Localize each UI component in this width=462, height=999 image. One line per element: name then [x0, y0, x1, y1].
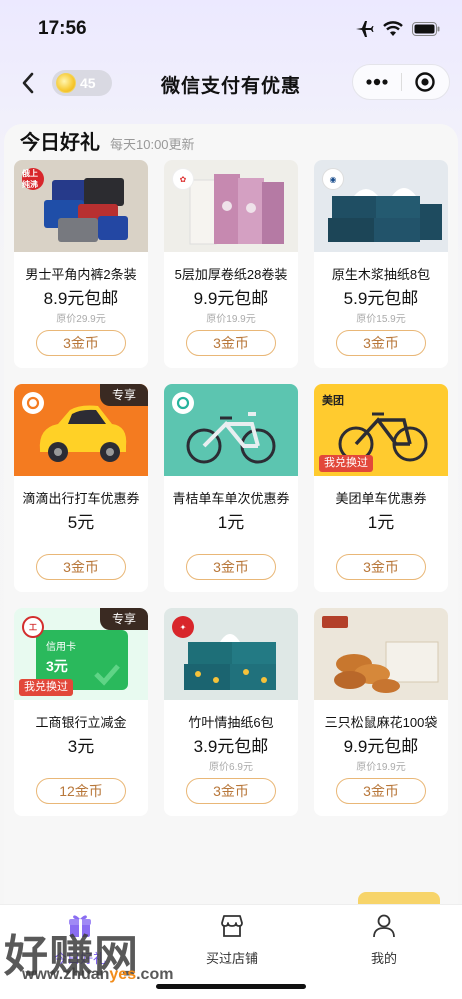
- redeem-button[interactable]: 3金币: [336, 554, 426, 580]
- product-image: ◉: [314, 160, 448, 252]
- redeem-button[interactable]: 3金币: [36, 554, 126, 580]
- target-close-icon: [415, 72, 435, 92]
- product-price: 1元: [367, 513, 395, 532]
- redeem-button[interactable]: 12金币: [36, 778, 126, 804]
- coin-balance[interactable]: 45: [52, 70, 112, 96]
- product-name: 竹叶情抽纸6包: [188, 715, 274, 730]
- back-button[interactable]: [14, 68, 44, 98]
- main-panel: 今日好礼 每天10:00更新 俄上 纯沸 男士平角内裤2条装 8.9元包邮 原价…: [4, 124, 458, 904]
- product-name: 青桔单车单次优惠券: [172, 491, 290, 506]
- product-price: 5.9元包邮: [343, 289, 419, 308]
- checkmark-icon: [94, 664, 120, 686]
- redeemed-badge: 我兑换过: [319, 455, 373, 472]
- product-image: ✿: [164, 160, 298, 252]
- status-bar: 17:56: [0, 0, 462, 54]
- product-name: 三只松鼠麻花100袋: [324, 715, 438, 730]
- product-card[interactable]: 专享 滴滴出行打车优惠券 5元 3金币: [14, 384, 148, 592]
- product-card[interactable]: 美团 我兑换过 美团单车优惠券 1元 3金币: [314, 384, 448, 592]
- product-name: 美团单车优惠券: [335, 491, 427, 506]
- product-name: 5层加厚卷纸28卷装: [174, 267, 288, 282]
- product-price: 9.9元包邮: [193, 289, 269, 308]
- airplane-icon: [356, 21, 374, 37]
- person-icon: [373, 914, 395, 938]
- status-time: 17:56: [38, 18, 87, 39]
- miniapp-capsule: [352, 64, 450, 100]
- card-type-label: 信用卡: [46, 642, 76, 653]
- product-image: 信用卡 3元 工 专享 我兑换过: [14, 608, 148, 700]
- product-card[interactable]: 青桔单车单次优惠券 1元 3金币: [164, 384, 298, 592]
- brand-logo: 俄上 纯沸: [22, 168, 44, 190]
- redeem-button[interactable]: 3金币: [186, 554, 276, 580]
- redeem-button[interactable]: 3金币: [186, 330, 276, 356]
- product-card[interactable]: 三只松鼠麻花100袋 9.9元包邮 原价19.9元 3金币: [314, 608, 448, 816]
- product-image: ✦: [164, 608, 298, 700]
- tab-label: 买过店铺: [205, 951, 258, 966]
- product-card[interactable]: ✦ 竹叶情抽纸6包 3.9元包邮 原价6.9元 3金币: [164, 608, 298, 816]
- product-card[interactable]: ◉ 原生木浆抽纸8包 5.9元包邮 原价15.9元 3金币: [314, 160, 448, 368]
- brand-logo: 美团: [322, 395, 344, 407]
- product-price: 1元: [217, 513, 245, 532]
- gift-icon: [69, 915, 91, 937]
- snack-image: [322, 616, 439, 693]
- redeemed-badge: 我兑换过: [19, 679, 73, 696]
- store-icon: [221, 915, 243, 937]
- product-image: 专享: [14, 384, 148, 476]
- home-indicator: [156, 984, 306, 989]
- original-price: 原价29.9元: [56, 314, 106, 325]
- exclusive-badge: 专享: [100, 608, 148, 630]
- tab-today-gifts[interactable]: 今日好礼: [20, 911, 140, 967]
- coin-icon: [56, 73, 76, 93]
- product-price: 3.9元包邮: [193, 737, 269, 756]
- coin-count: 45: [80, 75, 96, 91]
- section-header: 今日好礼 每天10:00更新: [20, 126, 195, 155]
- product-image: [164, 384, 298, 476]
- redeem-button[interactable]: 3金币: [336, 330, 426, 356]
- brand-logo-icon: ✦: [172, 616, 194, 638]
- product-price: 8.9元包邮: [43, 289, 119, 308]
- redeem-button[interactable]: 3金币: [336, 778, 426, 804]
- product-price: 5元: [67, 513, 95, 532]
- qingju-logo-icon: [172, 392, 194, 414]
- exclusive-badge: 专享: [100, 384, 148, 406]
- original-price: 原价19.9元: [356, 762, 406, 773]
- section-subtitle: 每天10:00更新: [110, 137, 195, 152]
- nav-bar: 45 微信支付有优惠: [0, 60, 462, 106]
- product-name: 男士平角内裤2条装: [25, 267, 137, 282]
- didi-logo-icon: [22, 392, 44, 414]
- redeem-button[interactable]: 3金币: [186, 778, 276, 804]
- more-button[interactable]: [353, 65, 401, 99]
- brand-logo-icon: ✿: [172, 168, 194, 190]
- tab-mine[interactable]: 我的: [324, 911, 444, 967]
- battery-icon: [412, 22, 440, 36]
- original-price: 原价15.9元: [356, 314, 406, 325]
- product-price: 9.9元包邮: [343, 737, 419, 756]
- product-card[interactable]: 俄上 纯沸 男士平角内裤2条装 8.9元包邮 原价29.9元 3金币: [14, 160, 148, 368]
- section-title: 今日好礼: [20, 132, 100, 154]
- product-image: 俄上 纯沸: [14, 160, 148, 252]
- tab-label: 今日好礼: [53, 951, 106, 966]
- product-image: 美团 我兑换过: [314, 384, 448, 476]
- product-name: 原生木浆抽纸8包: [331, 267, 431, 282]
- more-dots-icon: [366, 78, 388, 86]
- chevron-left-icon: [22, 72, 34, 94]
- brand-logo-icon: ◉: [322, 168, 344, 190]
- wifi-icon: [383, 21, 403, 36]
- product-card[interactable]: 信用卡 3元 工 专享 我兑换过 工商银行立减金 3元 12金币: [14, 608, 148, 816]
- original-price: 原价6.9元: [209, 762, 253, 773]
- product-image: [314, 608, 448, 700]
- close-miniapp-button[interactable]: [402, 65, 450, 99]
- icbc-logo-icon: 工: [22, 616, 44, 638]
- tab-purchased-stores[interactable]: 买过店铺: [172, 911, 292, 967]
- card-amount-label: 3元: [46, 658, 68, 674]
- original-price: 原价19.9元: [206, 314, 256, 325]
- product-name: 工商银行立减金: [35, 715, 127, 730]
- product-price: 3元: [67, 737, 95, 756]
- product-card[interactable]: ✿ 5层加厚卷纸28卷装 9.9元包邮 原价19.9元 3金币: [164, 160, 298, 368]
- redeem-button[interactable]: 3金币: [36, 330, 126, 356]
- product-name: 滴滴出行打车优惠券: [22, 491, 140, 506]
- status-icons: [354, 20, 440, 38]
- tab-label: 我的: [370, 951, 397, 966]
